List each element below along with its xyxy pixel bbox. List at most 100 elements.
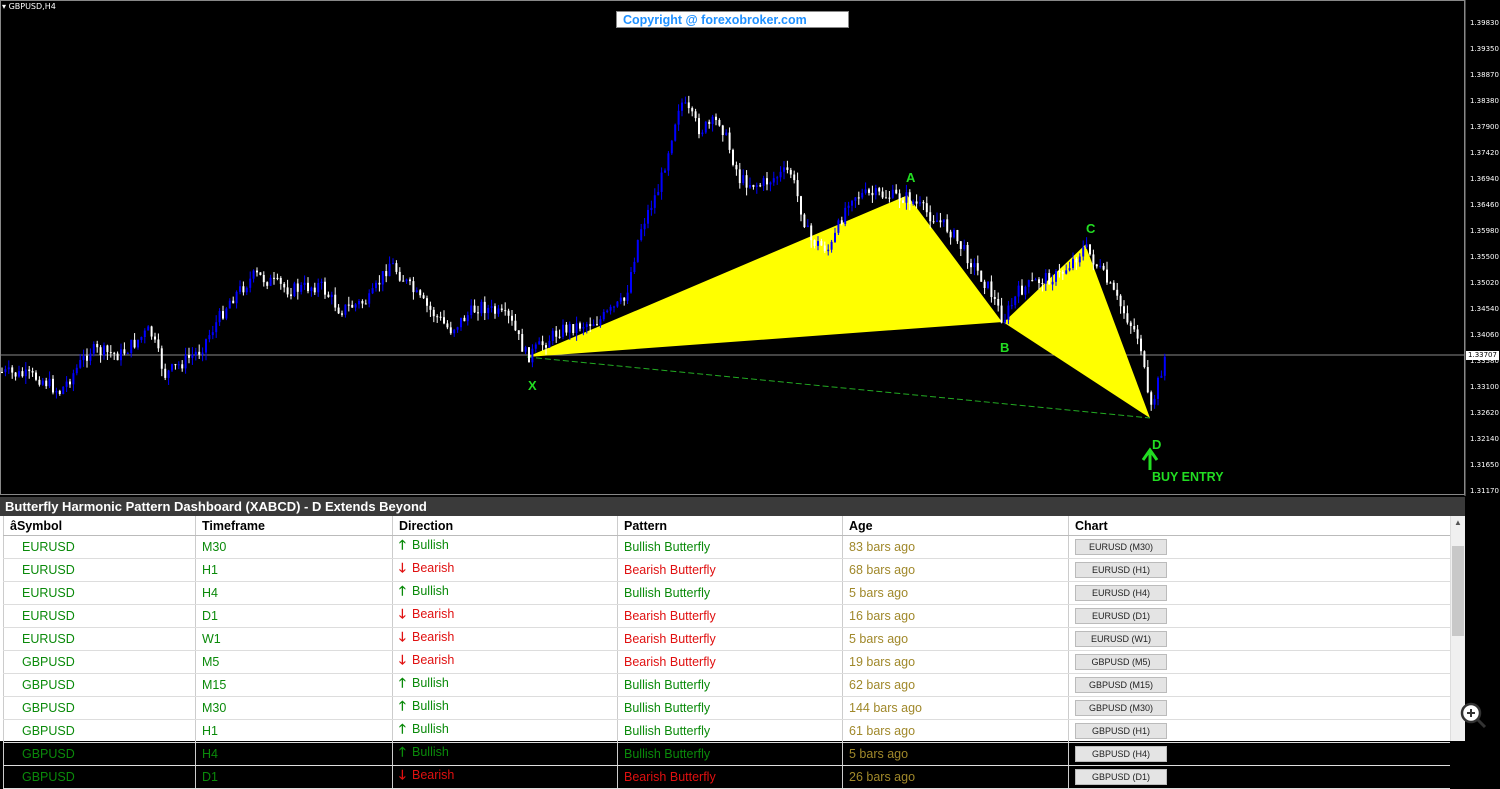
candle-body	[96, 343, 99, 348]
candle-body	[89, 353, 92, 361]
candle-body	[531, 348, 534, 363]
pattern-cell: Bearish Butterfly	[617, 765, 843, 789]
candle-body	[653, 195, 656, 208]
price-tick-label: 1.31170	[1470, 487, 1499, 495]
column-header-direction[interactable]: Direction	[392, 516, 618, 536]
candle-body	[664, 170, 666, 173]
candle-body	[1160, 375, 1163, 378]
symbol-cell: EURUSD	[3, 604, 196, 628]
timeframe-cell: M30	[195, 535, 393, 559]
candle-body	[1092, 254, 1095, 265]
candle-body	[908, 192, 911, 204]
candle-body	[623, 297, 626, 301]
candle-body	[446, 323, 449, 328]
open-chart-button[interactable]: GBPUSD (D1)	[1075, 769, 1167, 785]
candle-body	[276, 277, 279, 279]
candle-body	[249, 278, 252, 288]
candle-body	[188, 354, 190, 358]
price-tick-label: 1.36940	[1470, 175, 1499, 183]
direction-label: Bullish	[412, 699, 449, 713]
candle-body	[106, 345, 109, 353]
candle-body	[327, 294, 330, 298]
table-row[interactable]: GBPUSD H1 🡑 Bullish Bullish Butterfly 61 bars…	[3, 719, 1450, 743]
zoom-in-icon[interactable]	[1458, 700, 1488, 730]
candle-body	[334, 294, 337, 308]
timeframe-cell: M15	[195, 673, 393, 697]
open-chart-button[interactable]: EURUSD (H1)	[1075, 562, 1167, 578]
open-chart-button[interactable]: EURUSD (W1)	[1075, 631, 1167, 647]
candle-body	[674, 124, 677, 141]
candle-body	[483, 301, 486, 314]
candle-body	[820, 241, 823, 246]
candle-body	[490, 306, 493, 308]
point-b-label: B	[1000, 340, 1010, 355]
direction-label: Bullish	[412, 538, 449, 552]
table-row[interactable]: GBPUSD M15 🡑 Bullish Bullish Butterfly 62 bar…	[3, 673, 1450, 697]
candle-body	[184, 354, 187, 369]
price-chart[interactable]: ▾ GBPUSD,H4 Copyright @ forexobroker.com…	[0, 0, 1500, 496]
candle-body	[1044, 273, 1047, 284]
candlestick-chart[interactable]	[0, 0, 1500, 496]
age-cell: 26 bars ago	[842, 765, 1069, 789]
candle-body	[932, 221, 935, 223]
table-row[interactable]: GBPUSD H4 🡑 Bullish Bullish Butterfly 5 bars …	[3, 742, 1450, 766]
candle-body	[48, 378, 51, 387]
open-chart-button[interactable]: GBPUSD (M5)	[1075, 654, 1167, 670]
candle-body	[837, 220, 840, 233]
candle-body	[147, 326, 150, 331]
candle-body	[800, 196, 802, 215]
candle-body	[755, 185, 758, 187]
price-tick-label: 1.36460	[1470, 201, 1499, 209]
open-chart-button[interactable]: GBPUSD (M30)	[1075, 700, 1167, 716]
open-chart-button[interactable]: EURUSD (M30)	[1075, 539, 1167, 555]
candle-body	[599, 319, 602, 325]
column-header-symbol[interactable]: âSymbol	[3, 516, 196, 536]
direction-cell: 🡓 Bearish	[392, 765, 618, 789]
candle-body	[555, 330, 558, 337]
candle-body	[851, 200, 853, 206]
table-row[interactable]: GBPUSD M30 🡑 Bullish Bullish Butterfly 144 ba…	[3, 696, 1450, 720]
arrow-up-icon: 🡑	[399, 537, 406, 552]
column-header-timeframe[interactable]: Timeframe	[195, 516, 393, 536]
symbol-cell: EURUSD	[3, 558, 196, 582]
open-chart-button[interactable]: GBPUSD (H4)	[1075, 746, 1167, 762]
open-chart-button[interactable]: GBPUSD (H1)	[1075, 723, 1167, 739]
candle-body	[925, 203, 928, 213]
candle-body	[239, 286, 241, 292]
candle-body	[31, 371, 34, 373]
table-row[interactable]: EURUSD H1 🡓 Bearish Bearish Butterfly 68 bars…	[3, 558, 1450, 582]
column-header-age[interactable]: Age	[842, 516, 1069, 536]
column-header-chart[interactable]: Chart	[1068, 516, 1450, 536]
table-row[interactable]: GBPUSD M5 🡓 Bearish Bearish Butterfly 19 bars…	[3, 650, 1450, 674]
candle-body	[987, 281, 989, 289]
price-tick-label: 1.37900	[1470, 123, 1499, 131]
open-chart-button[interactable]: EURUSD (H4)	[1075, 585, 1167, 601]
candle-body	[1061, 271, 1064, 274]
candle-body	[1078, 256, 1081, 263]
candle-body	[381, 271, 384, 285]
candle-body	[154, 336, 156, 340]
price-tick-label: 1.39350	[1470, 45, 1499, 53]
candle-body	[307, 282, 309, 292]
candle-body	[79, 360, 82, 368]
table-row[interactable]: EURUSD D1 🡓 Bearish Bearish Butterfly 16 bars…	[3, 604, 1450, 628]
arrow-up-icon: 🡑	[399, 583, 406, 598]
direction-label: Bullish	[412, 676, 449, 690]
open-chart-button[interactable]: GBPUSD (M15)	[1075, 677, 1167, 693]
candle-body	[269, 277, 272, 286]
candle-body	[1058, 271, 1061, 273]
candle-body	[548, 340, 551, 348]
candle-body	[725, 132, 728, 136]
candle-body	[915, 201, 918, 204]
table-row[interactable]: EURUSD M30 🡑 Bullish Bullish Butterfly 83 bar…	[3, 535, 1450, 559]
age-cell: 16 bars ago	[842, 604, 1069, 628]
scroll-up-arrow-icon[interactable]: ▲	[1454, 518, 1462, 527]
table-row[interactable]: EURUSD W1 🡓 Bearish Bearish Butterfly 5 bars …	[3, 627, 1450, 651]
open-chart-button[interactable]: EURUSD (D1)	[1075, 608, 1167, 624]
price-tick-label: 1.38870	[1470, 71, 1499, 79]
candle-body	[946, 219, 949, 232]
column-header-pattern[interactable]: Pattern	[617, 516, 843, 536]
scrollbar-thumb[interactable]	[1452, 546, 1464, 636]
table-row[interactable]: EURUSD H4 🡑 Bullish Bullish Butterfly 5 bars …	[3, 581, 1450, 605]
table-row[interactable]: GBPUSD D1 🡓 Bearish Bearish Butterfly 26 bars…	[3, 765, 1450, 789]
